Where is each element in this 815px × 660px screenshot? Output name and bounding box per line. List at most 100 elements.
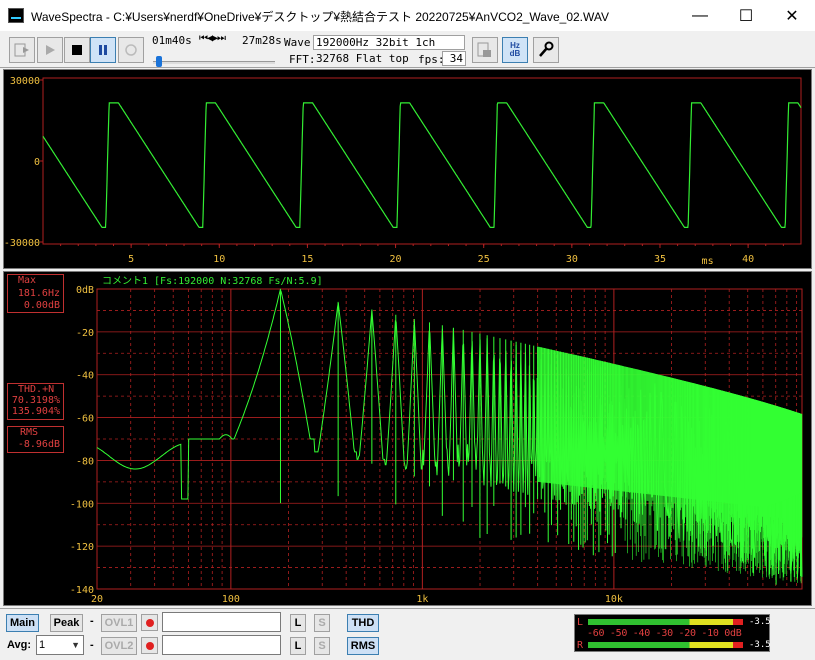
rms-button[interactable]: RMS — [347, 637, 379, 655]
wave-x-tick-label: 15 — [301, 254, 313, 265]
playback-position: 01m40s — [152, 34, 192, 47]
window-size-button[interactable] — [472, 37, 498, 63]
playback-duration: 27m28s — [242, 34, 282, 47]
separator-dash-2: - — [90, 639, 94, 651]
ovl1-comment-input[interactable] — [162, 612, 281, 632]
wave-y-tick-label: 0 — [34, 157, 40, 168]
wave-x-tick-label: 40 — [742, 254, 754, 265]
hz-db-setting-button[interactable]: Hz dB — [502, 37, 528, 63]
spectrum-y-tick-label: -100 — [70, 499, 94, 510]
ovl2-comment-input[interactable] — [162, 635, 281, 655]
max-readout: Max 181.6Hz 0.00dB — [7, 274, 64, 313]
level-meter: L -3.5 -60 -50 -40 -30 -20 -10 0dB R -3.… — [574, 614, 771, 652]
playback-slider-thumb[interactable] — [156, 56, 163, 67]
wrench-icon — [539, 41, 554, 57]
wave-y-tick-label: -30000 — [4, 238, 40, 249]
spectrum-y-tick-label: -20 — [76, 328, 94, 339]
close-button[interactable]: ✕ — [769, 0, 815, 31]
meter-right-value: -3.5 — [749, 640, 771, 650]
spectrum-header: コメント1 [Fs:192000 N:32768 Fs/N:5.9] — [102, 276, 323, 287]
open-file-icon — [14, 43, 29, 57]
spectrum-x-tick-label: 10k — [605, 594, 623, 605]
meter-right-peak — [733, 642, 743, 648]
wave-x-tick-label: 35 — [654, 254, 666, 265]
play-button[interactable] — [37, 37, 63, 63]
wavespectra-window: WaveSpectra - C:¥Users¥nerdf¥OneDrive¥デス… — [0, 0, 815, 660]
spectrum-panel: コメント1 [Fs:192000 N:32768 Fs/N:5.9] 0dB -20… — [3, 271, 812, 606]
wave-x-tick-label: 20 — [390, 254, 402, 265]
waveform-panel: 30000 0 -30000 5 10 15 20 25 30 35 40 ms — [3, 69, 812, 269]
window-title: WaveSpectra - C:¥Users¥nerdf¥OneDrive¥デス… — [31, 10, 609, 24]
window-icon — [477, 42, 491, 57]
minimize-button[interactable]: — — [677, 0, 723, 31]
spectrum-x-tick-label: 1k — [416, 594, 428, 605]
app-icon — [8, 8, 24, 23]
rms-readout: RMS -8.96dB — [7, 426, 64, 453]
record-button[interactable] — [118, 37, 144, 63]
meter-scale: -60 -50 -40 -30 -20 -10 0dB — [587, 628, 742, 639]
wave-x-tick-label: 10 — [213, 254, 225, 265]
pause-button[interactable] — [90, 37, 116, 63]
playback-slider-track[interactable] — [153, 61, 275, 64]
thd-value-1: 70.3198% — [11, 395, 60, 406]
record-icon — [125, 44, 137, 56]
spectrum-dense-band — [537, 346, 802, 507]
meter-left-value: -3.5 — [749, 617, 771, 627]
fps-field: 34 — [442, 51, 466, 66]
spectrum-y-tick-label: -40 — [76, 371, 94, 382]
max-label: Max — [18, 275, 37, 286]
open-file-button[interactable] — [9, 37, 35, 63]
ovl2-load-button[interactable]: L — [290, 637, 306, 655]
thd-readout: THD.+N 70.3198% 135.904% — [7, 383, 64, 420]
maximize-button[interactable]: ☐ — [723, 0, 769, 31]
wave-x-tick-label: 25 — [478, 254, 490, 265]
avg-value: 1 — [39, 639, 46, 651]
thd-button[interactable]: THD — [347, 614, 379, 632]
spectrum-x-tick-label: 100 — [222, 594, 240, 605]
main-button[interactable]: Main — [6, 614, 39, 632]
ovl2-button[interactable]: OVL2 — [101, 637, 137, 655]
ovl1-load-button[interactable]: L — [290, 614, 306, 632]
separator-dash-1: - — [90, 615, 94, 627]
ovl1-button[interactable]: OVL1 — [101, 614, 137, 632]
play-icon — [46, 45, 55, 55]
thd-value-2: 135.904% — [11, 406, 60, 417]
db-label: dB — [509, 49, 521, 58]
thd-label: THD.+N — [18, 384, 55, 395]
meter-left-peak — [733, 619, 743, 625]
peak-button[interactable]: Peak — [50, 614, 83, 632]
ovl2-record-button[interactable] — [141, 637, 158, 654]
stop-icon — [72, 45, 82, 55]
max-frequency: 181.6Hz — [17, 288, 60, 299]
waveform-plot: 30000 0 -30000 5 10 15 20 25 30 35 40 ms — [4, 76, 802, 267]
meter-left-bar — [588, 619, 733, 625]
spectrum-y-tick-label: 0dB — [76, 285, 94, 296]
meter-right-label: R — [577, 640, 584, 651]
ovl1-save-button[interactable]: S — [314, 614, 330, 632]
spectrum-y-tick-label: -60 — [76, 414, 94, 425]
wave-x-unit: ms — [702, 256, 714, 267]
wave-x-tick-label: 5 — [128, 254, 134, 265]
max-level: 0.00dB — [23, 300, 60, 311]
fps-label: fps: — [418, 53, 445, 66]
waveform-trace — [42, 102, 802, 228]
spectrum-y-tick-label: -120 — [70, 542, 94, 553]
ovl1-record-button[interactable] — [141, 614, 158, 631]
avg-select[interactable]: 1 ▼ — [36, 635, 84, 655]
ovl2-save-button[interactable]: S — [314, 637, 330, 655]
fft-label: FFT: — [289, 53, 316, 66]
wave-x-tick-label: 30 — [566, 254, 578, 265]
meter-left-label: L — [577, 617, 584, 628]
spectrum-plot: コメント1 [Fs:192000 N:32768 Fs/N:5.9] 0dB -20… — [70, 276, 803, 605]
transport-seek-buttons[interactable]: ⏮◀▶⏭ — [199, 33, 226, 44]
toolbar: 01m40s ⏮◀▶⏭ 27m28s Wave: 192000Hz 32bit … — [0, 31, 815, 68]
fft-setting-field: 32768 Flat top — [316, 52, 409, 65]
pause-icon — [99, 45, 107, 55]
spectrum-y-tick-label: -80 — [76, 456, 94, 467]
wave-y-tick-label: 30000 — [10, 76, 40, 87]
stop-button[interactable] — [64, 37, 90, 63]
spectrum-x-tick-label: 20 — [91, 594, 103, 605]
rms-value: -8.96dB — [17, 439, 60, 450]
settings-button[interactable] — [533, 37, 559, 63]
chevron-down-icon: ▼ — [71, 640, 80, 650]
